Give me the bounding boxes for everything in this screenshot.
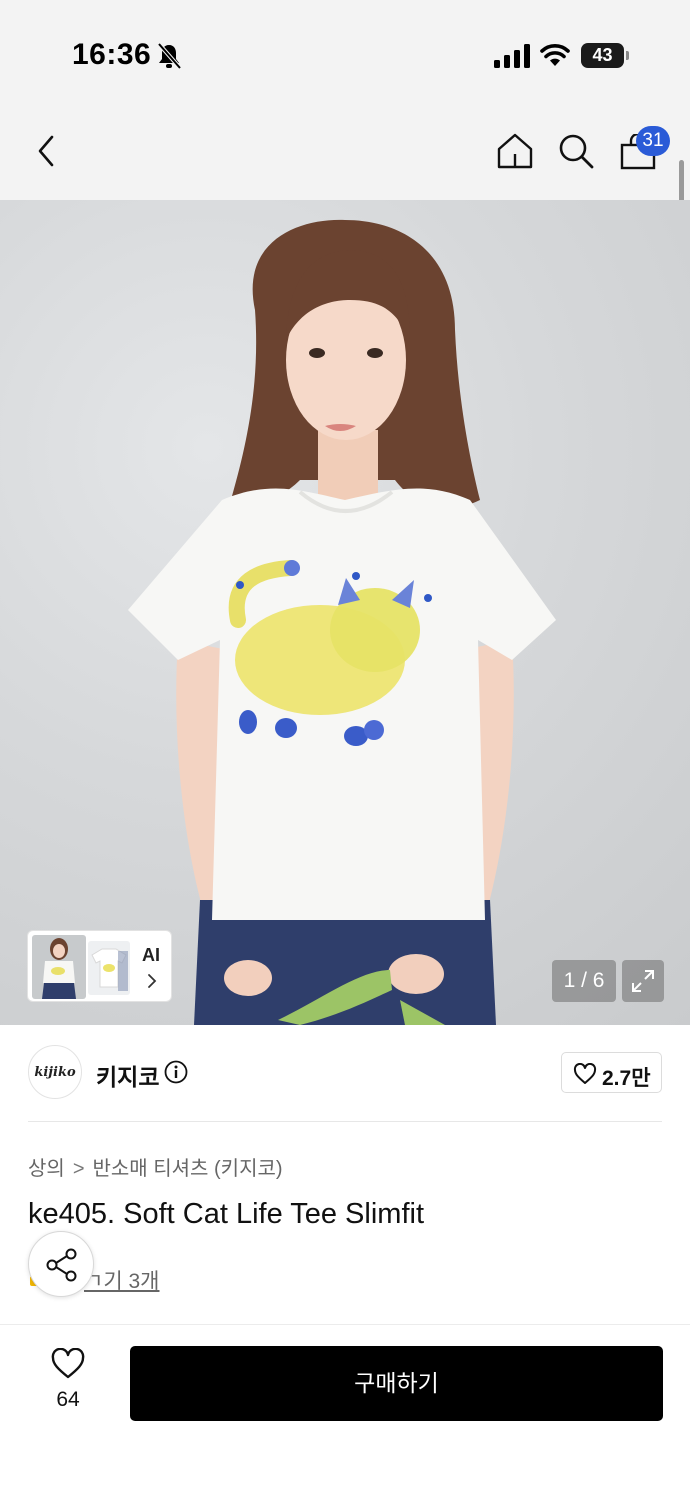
heart-icon — [573, 1063, 597, 1084]
review-link[interactable]: ㄱ기 3개 — [84, 1265, 159, 1295]
divider — [28, 1121, 662, 1122]
battery-level: 43 — [592, 45, 613, 65]
product-image[interactable] — [0, 200, 690, 1025]
search-icon[interactable] — [557, 132, 595, 170]
share-button[interactable] — [28, 1231, 94, 1297]
heart-icon — [51, 1348, 85, 1379]
breadcrumb: 상의 > 반소매 티셔츠 (키지코) — [28, 1152, 283, 1181]
brand-logo[interactable]: kijiko — [28, 1045, 82, 1099]
signal-icon — [494, 44, 530, 68]
brand-name[interactable]: 키지코 — [96, 1058, 159, 1092]
status-time: 16:36 — [72, 38, 152, 71]
share-icon — [46, 1248, 77, 1282]
expand-image-button[interactable] — [622, 960, 664, 1002]
ai-similar-items-card[interactable]: AI — [27, 930, 172, 1002]
bell-off-icon — [157, 42, 182, 70]
breadcrumb-subcategory[interactable]: 반소매 티셔츠 (키지코) — [93, 1158, 283, 1180]
expand-icon — [632, 970, 654, 992]
product-title: ke405. Soft Cat Life Tee Slimfit — [28, 1198, 425, 1230]
chevron-right-icon — [148, 974, 157, 988]
model-photo-illustration — [128, 219, 556, 1025]
back-icon[interactable] — [32, 134, 64, 168]
battery-icon: 43 — [581, 43, 629, 68]
image-page-counter: 1 / 6 — [552, 960, 616, 1002]
breadcrumb-separator: > — [72, 1158, 85, 1180]
buy-button[interactable]: 구매하기 — [130, 1346, 663, 1421]
brand-like-count: 2.7만 — [602, 1067, 651, 1090]
brand-like-button[interactable]: 2.7만 — [561, 1052, 662, 1093]
top-nav-bar — [0, 100, 690, 200]
home-icon[interactable] — [496, 132, 534, 170]
ai-thumbnail-product — [88, 941, 130, 995]
ai-label: AI — [142, 945, 160, 965]
bottom-bar-divider — [0, 1324, 690, 1325]
status-bar: 16:36 43 — [0, 0, 690, 100]
wifi-icon — [540, 44, 570, 66]
breadcrumb-category[interactable]: 상의 — [28, 1158, 65, 1180]
wishlist-button[interactable]: 64 — [36, 1346, 100, 1418]
info-icon[interactable] — [164, 1060, 188, 1084]
cart-count-badge: 31 — [636, 126, 670, 156]
wishlist-count: 64 — [56, 1388, 80, 1411]
ai-thumbnail-model — [32, 935, 86, 999]
